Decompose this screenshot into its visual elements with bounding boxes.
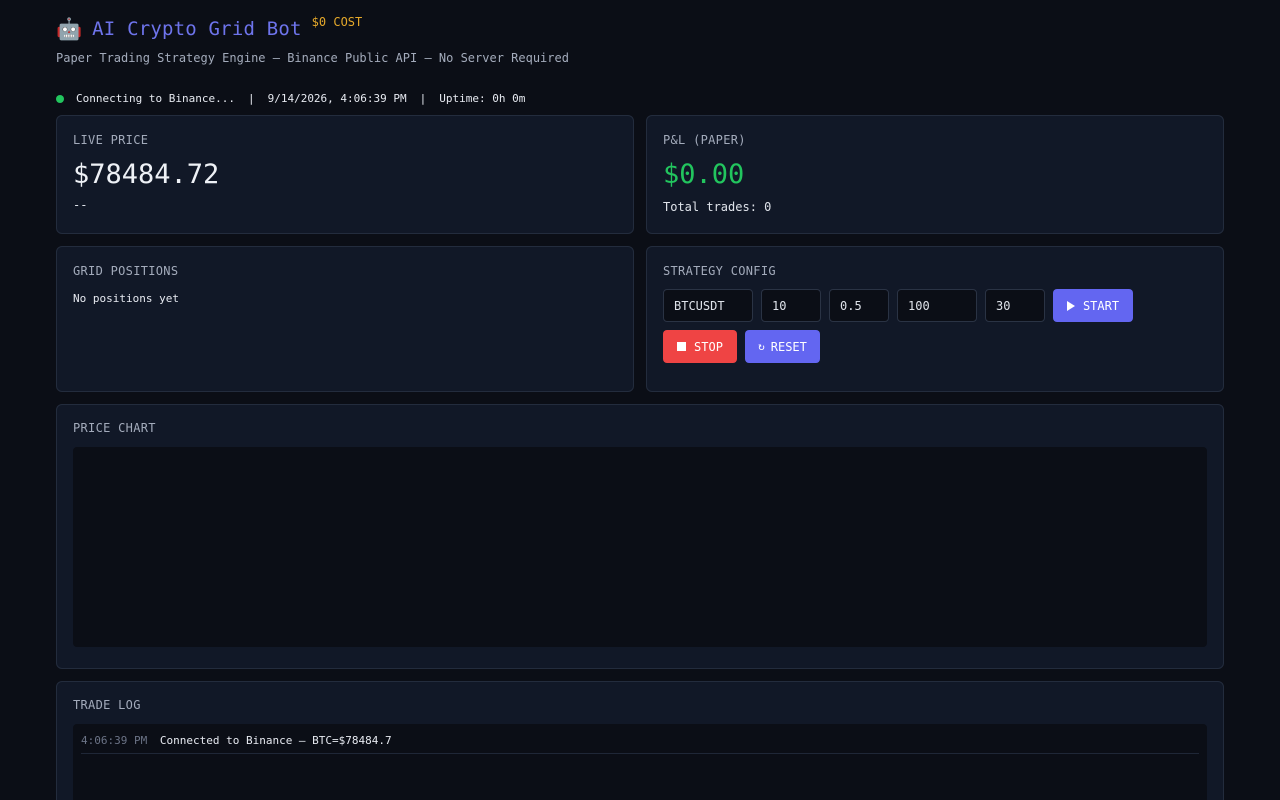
price-chart-card: PRICE CHART bbox=[56, 404, 1224, 669]
app-title: AI Crypto Grid Bot bbox=[92, 18, 302, 40]
grid-count-input[interactable] bbox=[761, 289, 821, 322]
stop-button[interactable]: STOP bbox=[663, 330, 737, 363]
live-price-value: $78484.72 bbox=[73, 159, 220, 190]
play-icon bbox=[1066, 300, 1075, 311]
trade-log-list: 4:06:39 PM Connected to Binance — BTC=$7… bbox=[73, 724, 1207, 800]
grid-positions-empty: No positions yet bbox=[73, 292, 179, 305]
log-entry-time: 4:06:39 PM bbox=[81, 734, 148, 747]
live-price-change: -- bbox=[73, 198, 88, 212]
price-chart-title: PRICE CHART bbox=[73, 421, 156, 435]
app-subtitle: Paper Trading Strategy Engine — Binance … bbox=[56, 51, 569, 65]
log-entry: 4:06:39 PM Connected to Binance — BTC=$7… bbox=[81, 734, 1199, 754]
grid-spacing-input[interactable] bbox=[829, 289, 889, 322]
stop-button-label: STOP bbox=[694, 339, 723, 354]
start-button-label: START bbox=[1082, 298, 1120, 313]
reset-button-label: RESET bbox=[770, 339, 807, 354]
symbol-input[interactable] bbox=[663, 289, 753, 322]
header: 🤖 AI Crypto Grid Bot $0 COST bbox=[56, 14, 362, 44]
live-price-card: LIVE PRICE $78484.72 -- bbox=[56, 115, 634, 234]
connection-status-text: Connecting to Binance... bbox=[76, 92, 235, 105]
pnl-card: P&L (PAPER) $0.00 Total trades: 0 bbox=[646, 115, 1224, 234]
total-trades: Total trades: 0 bbox=[663, 200, 772, 214]
status-bar: Connecting to Binance... | 9/14/2026, 4:… bbox=[56, 92, 525, 105]
trade-log-card: TRADE LOG 4:06:39 PM Connected to Binanc… bbox=[56, 681, 1224, 800]
status-datetime: 9/14/2026, 4:06:39 PM bbox=[267, 92, 407, 105]
start-button[interactable]: START bbox=[1053, 289, 1133, 322]
price-chart-canvas bbox=[73, 447, 1207, 647]
grid-positions-title: GRID POSITIONS bbox=[73, 264, 179, 278]
robot-icon: 🤖 bbox=[56, 17, 83, 41]
live-price-title: LIVE PRICE bbox=[73, 133, 149, 147]
status-uptime: Uptime: 0h 0m bbox=[439, 92, 526, 105]
reset-button[interactable]: ↻ RESET bbox=[745, 330, 820, 363]
interval-input[interactable] bbox=[985, 289, 1045, 322]
grid-positions-card: GRID POSITIONS No positions yet bbox=[56, 246, 634, 392]
connection-status-dot bbox=[56, 94, 64, 103]
stop-icon bbox=[677, 342, 687, 351]
reset-icon: ↻ bbox=[758, 340, 765, 353]
status-separator: | bbox=[419, 92, 427, 105]
strategy-config-card: STRATEGY CONFIG START STOP ↻ RESET bbox=[646, 246, 1224, 392]
trade-log-title: TRADE LOG bbox=[73, 698, 141, 712]
pnl-value: $0.00 bbox=[663, 159, 745, 190]
status-separator: | bbox=[247, 92, 255, 105]
log-entry-message: Connected to Binance — BTC=$78484.7 bbox=[159, 734, 392, 747]
pnl-title: P&L (PAPER) bbox=[663, 133, 746, 147]
strategy-config-title: STRATEGY CONFIG bbox=[663, 264, 776, 278]
investment-input[interactable] bbox=[897, 289, 977, 322]
cost-badge: $0 COST bbox=[311, 15, 363, 29]
